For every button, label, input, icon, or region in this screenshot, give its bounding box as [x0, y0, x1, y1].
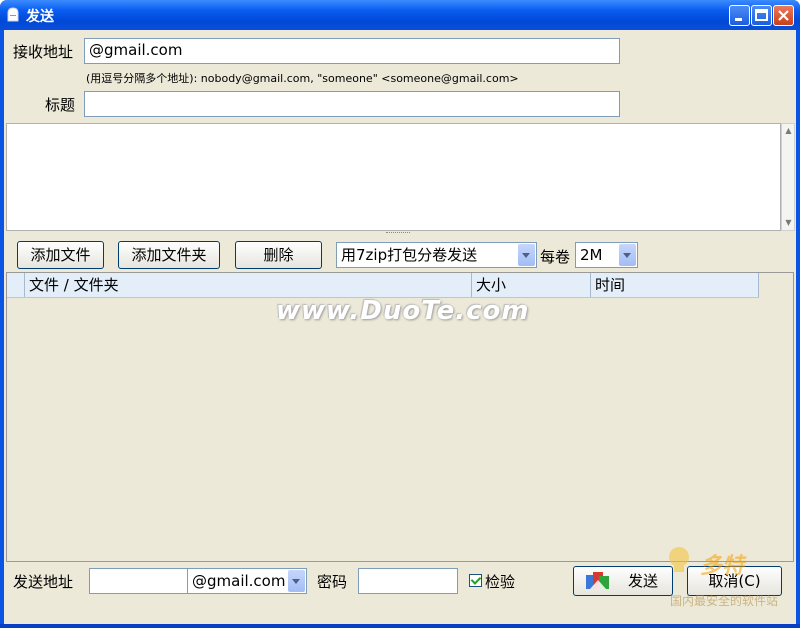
- sender-label: 发送地址: [13, 573, 74, 591]
- subject-label: 标题: [45, 96, 76, 114]
- bulb-icon: [669, 547, 689, 572]
- close-button[interactable]: [773, 5, 794, 26]
- to-label: 接收地址: [13, 43, 74, 61]
- client-area: 接收地址 @gmail.com (用逗号分隔多个地址): nobody@gmai…: [4, 30, 796, 624]
- column-header-name[interactable]: 文件 / 文件夹: [25, 273, 472, 297]
- minimize-button[interactable]: [729, 5, 750, 26]
- verify-label: 检验: [485, 573, 516, 591]
- header-spacer: [7, 273, 25, 297]
- sender-input[interactable]: [89, 568, 188, 594]
- volume-size-select[interactable]: 2M: [575, 242, 638, 268]
- close-icon: [778, 10, 789, 21]
- column-header-time[interactable]: 时间: [591, 273, 759, 297]
- splitter[interactable]: [6, 231, 795, 237]
- chevron-down-icon[interactable]: [288, 570, 305, 592]
- add-file-button[interactable]: 添加文件: [17, 241, 104, 269]
- corner-logo-brand: 多特: [700, 554, 745, 579]
- minimize-icon: [735, 18, 742, 21]
- app-icon: [7, 7, 19, 22]
- pack-mode-value: 用7zip打包分卷发送: [341, 246, 478, 264]
- window-title: 发送: [26, 9, 54, 25]
- message-body[interactable]: [6, 123, 781, 231]
- scroll-up-icon[interactable]: ▲: [783, 125, 794, 137]
- pack-mode-select[interactable]: 用7zip打包分卷发送: [336, 242, 537, 268]
- column-header-size[interactable]: 大小: [472, 273, 591, 297]
- per-volume-label: 每卷: [540, 248, 571, 266]
- watermark-text: www.DuoTe.com: [276, 296, 530, 326]
- subject-input[interactable]: [84, 91, 620, 117]
- message-scrollbar[interactable]: ▲ ▼: [781, 123, 795, 231]
- scroll-down-icon[interactable]: ▼: [783, 217, 794, 229]
- splitter-grip-icon: [386, 232, 410, 236]
- file-list-header: 文件 / 文件夹 大小 时间: [7, 273, 759, 298]
- corner-logo-tagline: 国内最安全的软件站: [670, 594, 779, 608]
- sender-domain-value: @gmail.com: [192, 572, 286, 590]
- chevron-down-icon[interactable]: [518, 244, 535, 266]
- maximize-button[interactable]: [751, 5, 772, 26]
- chevron-down-icon[interactable]: [619, 244, 636, 266]
- sender-domain-select[interactable]: @gmail.com: [187, 568, 307, 594]
- delete-button[interactable]: 删除: [235, 241, 322, 269]
- send-button[interactable]: 发送: [573, 566, 673, 596]
- to-input[interactable]: @gmail.com: [84, 38, 620, 64]
- verify-checkbox[interactable]: [469, 574, 482, 587]
- password-label: 密码: [317, 573, 348, 591]
- window-bottom-border: [0, 624, 800, 628]
- corner-logo: 多特 国内最安全的软件站: [666, 542, 796, 612]
- send-icon: [586, 572, 609, 589]
- title-bar[interactable]: 发送: [0, 0, 800, 30]
- volume-size-value: 2M: [580, 246, 603, 264]
- password-input[interactable]: [358, 568, 458, 594]
- send-label: 发送: [627, 572, 658, 590]
- send-window: 发送 接收地址 @gmail.com (用逗号分隔多个地址): nobody@g…: [0, 0, 800, 628]
- add-folder-button[interactable]: 添加文件夹: [118, 241, 220, 269]
- maximize-icon: [755, 9, 768, 21]
- to-hint: (用逗号分隔多个地址): nobody@gmail.com, "someone"…: [86, 72, 519, 85]
